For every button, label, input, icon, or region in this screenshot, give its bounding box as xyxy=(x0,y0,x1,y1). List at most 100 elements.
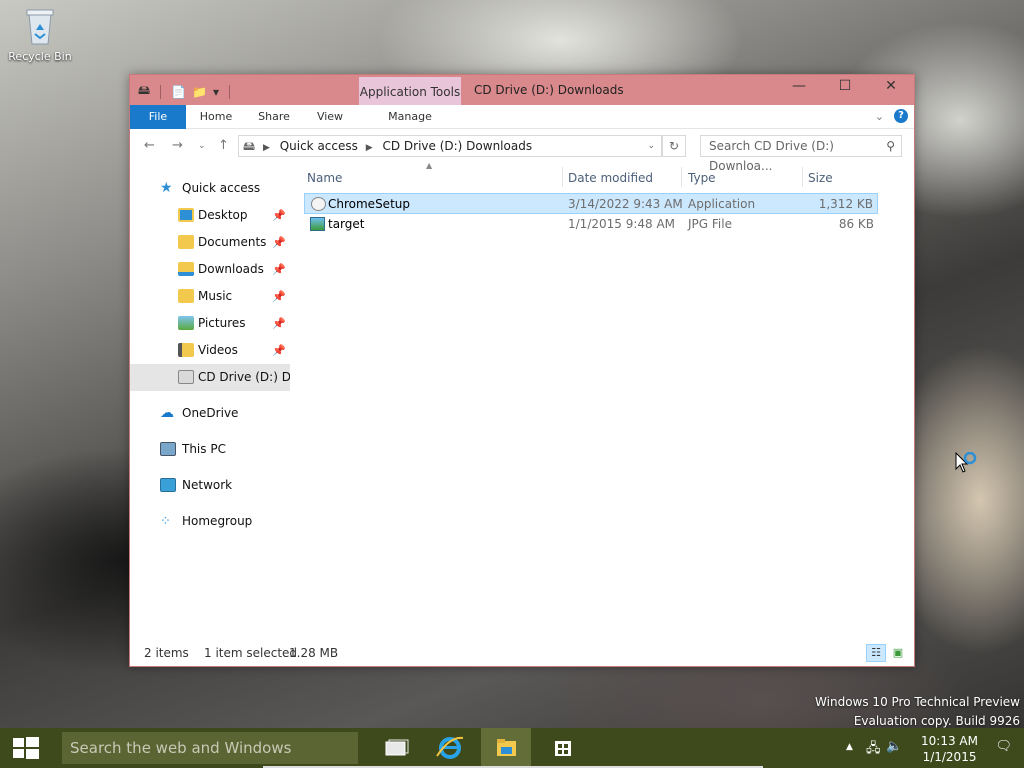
nav-cd-drive[interactable]: CD Drive (D:) Downloads xyxy=(130,364,290,391)
address-bar[interactable]: 🖴 ▶ Quick access ▶ CD Drive (D:) Downloa… xyxy=(238,135,662,157)
sort-ascending-icon: ▲ xyxy=(426,161,433,170)
file-size: 1,312 KB xyxy=(818,197,873,211)
task-view-button[interactable] xyxy=(370,728,420,768)
nav-label: Network xyxy=(182,478,233,492)
column-divider[interactable] xyxy=(562,167,563,187)
drive-icon[interactable]: 🖴 xyxy=(138,81,150,102)
nav-label: OneDrive xyxy=(182,406,239,420)
tab-view[interactable]: View xyxy=(302,105,358,129)
new-folder-icon[interactable]: 📁 xyxy=(192,85,207,99)
column-date-modified[interactable]: Date modified xyxy=(568,171,653,185)
tab-home[interactable]: Home xyxy=(188,105,244,129)
ribbon-right-controls: ⌄ ? xyxy=(875,109,908,123)
pictures-icon xyxy=(178,316,194,330)
breadcrumb-current[interactable]: CD Drive (D:) Downloads xyxy=(382,136,532,156)
pin-icon[interactable]: 📌 xyxy=(272,202,286,229)
pin-icon[interactable]: 📌 xyxy=(272,337,286,364)
file-type: JPG File xyxy=(688,217,732,231)
pin-icon[interactable]: 📌 xyxy=(272,229,286,256)
pin-icon[interactable]: 📌 xyxy=(272,283,286,310)
file-row-target[interactable]: target 1/1/2015 9:48 AM JPG File 86 KB xyxy=(304,214,878,235)
refresh-button[interactable]: ↻ xyxy=(662,135,686,157)
chevron-right-icon[interactable]: ▶ xyxy=(366,143,373,153)
maximize-button[interactable]: ☐ xyxy=(822,75,868,99)
nav-network[interactable]: Network xyxy=(130,472,290,499)
recent-locations-icon[interactable]: ⌄ xyxy=(198,141,206,151)
nav-pictures[interactable]: Pictures 📌 xyxy=(130,310,290,337)
expand-ribbon-icon[interactable]: ⌄ xyxy=(875,110,884,123)
recycle-bin[interactable]: Recycle Bin xyxy=(4,6,76,63)
clock[interactable]: 10:13 AM 1/1/2015 xyxy=(921,733,978,765)
nav-label: Homegroup xyxy=(182,514,253,528)
up-icon[interactable]: ↑ xyxy=(218,138,229,153)
internet-explorer-button[interactable] xyxy=(425,728,475,768)
title-bar[interactable]: 🖴 📄 📁 ▾ Application Tools CD Drive (D:) … xyxy=(130,75,914,105)
column-type[interactable]: Type xyxy=(688,171,716,185)
volume-icon[interactable]: 🔈 xyxy=(886,739,902,754)
tab-file[interactable]: File xyxy=(130,105,186,129)
file-name: target xyxy=(328,217,365,231)
nav-quick-access[interactable]: ★ Quick access xyxy=(130,175,290,202)
taskbar: Search the web and Windows ▲ 🖧 🔈 10:13 A… xyxy=(0,728,1024,768)
tab-share[interactable]: Share xyxy=(246,105,302,129)
file-date: 3/14/2022 9:43 AM xyxy=(568,197,683,211)
desktop-icon xyxy=(178,208,194,222)
minimize-button[interactable]: — xyxy=(776,75,822,99)
nav-label: This PC xyxy=(182,442,226,456)
help-icon[interactable]: ? xyxy=(894,109,908,123)
tab-manage[interactable]: Manage xyxy=(359,105,461,129)
nav-this-pc[interactable]: This PC xyxy=(130,436,290,463)
action-center-icon[interactable]: 🗨 xyxy=(995,739,1012,754)
selection-count: 1 item selected xyxy=(204,646,298,660)
nav-downloads[interactable]: Downloads 📌 xyxy=(130,256,290,283)
nav-documents[interactable]: Documents 📌 xyxy=(130,229,290,256)
back-icon[interactable]: ← xyxy=(144,138,155,153)
search-input[interactable]: Search CD Drive (D:) Downloa... ⚲ xyxy=(700,135,902,173)
nav-label: CD Drive (D:) Downloads xyxy=(198,370,290,384)
file-row-chromesetup[interactable]: ChromeSetup 3/14/2022 9:43 AM Applicatio… xyxy=(304,193,878,214)
file-size: 86 KB xyxy=(838,217,874,231)
taskbar-search-input[interactable]: Search the web and Windows xyxy=(62,732,358,764)
clock-time: 10:13 AM xyxy=(921,734,978,748)
nav-desktop[interactable]: Desktop 📌 xyxy=(130,202,290,229)
file-explorer-window: 🖴 📄 📁 ▾ Application Tools CD Drive (D:) … xyxy=(129,74,915,667)
column-size[interactable]: Size xyxy=(808,171,833,185)
properties-icon[interactable]: 📄 xyxy=(171,85,186,99)
start-button[interactable] xyxy=(0,728,52,768)
evaluation-watermark: Windows 10 Pro Technical Preview Evaluat… xyxy=(815,693,1020,731)
store-button[interactable] xyxy=(538,728,588,768)
nav-label: Quick access xyxy=(182,181,261,195)
status-bar: 2 items 1 item selected 1.28 MB ☷ ▣ xyxy=(130,642,914,666)
nav-onedrive[interactable]: ☁ OneDrive xyxy=(130,400,290,427)
details-view-icon: ☷ xyxy=(871,646,881,659)
nav-videos[interactable]: Videos 📌 xyxy=(130,337,290,364)
column-name[interactable]: Name xyxy=(307,171,342,185)
application-tools-context-tab: Application Tools xyxy=(359,77,461,105)
large-icons-view-button[interactable]: ▣ xyxy=(888,644,908,662)
breadcrumb-quick-access[interactable]: Quick access xyxy=(280,136,358,156)
pin-icon[interactable]: 📌 xyxy=(272,256,286,283)
image-file-icon xyxy=(310,217,325,231)
music-icon xyxy=(178,289,194,303)
pin-icon[interactable]: 📌 xyxy=(272,310,286,337)
watermark-line-1: Windows 10 Pro Technical Preview xyxy=(815,695,1020,709)
nav-homegroup[interactable]: ⁘ Homegroup xyxy=(130,508,290,535)
close-button[interactable]: ✕ xyxy=(868,75,914,99)
network-icon xyxy=(160,478,176,492)
window-controls: — ☐ ✕ xyxy=(776,75,914,99)
file-explorer-button[interactable] xyxy=(481,728,531,768)
column-divider[interactable] xyxy=(802,167,803,187)
customize-toolbar-icon[interactable]: ▾ xyxy=(213,85,219,99)
nav-label: Desktop xyxy=(198,208,248,222)
forward-icon[interactable]: → xyxy=(172,138,183,153)
details-view-button[interactable]: ☷ xyxy=(866,644,886,662)
address-dropdown-icon[interactable]: ⌄ xyxy=(647,136,655,156)
nav-music[interactable]: Music 📌 xyxy=(130,283,290,310)
network-status-icon[interactable]: 🖧 xyxy=(866,739,881,761)
column-divider[interactable] xyxy=(681,167,682,187)
ribbon-tabs: File Home Share View Manage ⌄ ? xyxy=(130,105,914,129)
clock-date: 1/1/2015 xyxy=(922,750,977,764)
column-headers: ▲ Name Date modified Type Size xyxy=(300,161,910,193)
show-hidden-icons-icon[interactable]: ▲ xyxy=(846,742,853,752)
chevron-right-icon[interactable]: ▶ xyxy=(263,143,270,153)
